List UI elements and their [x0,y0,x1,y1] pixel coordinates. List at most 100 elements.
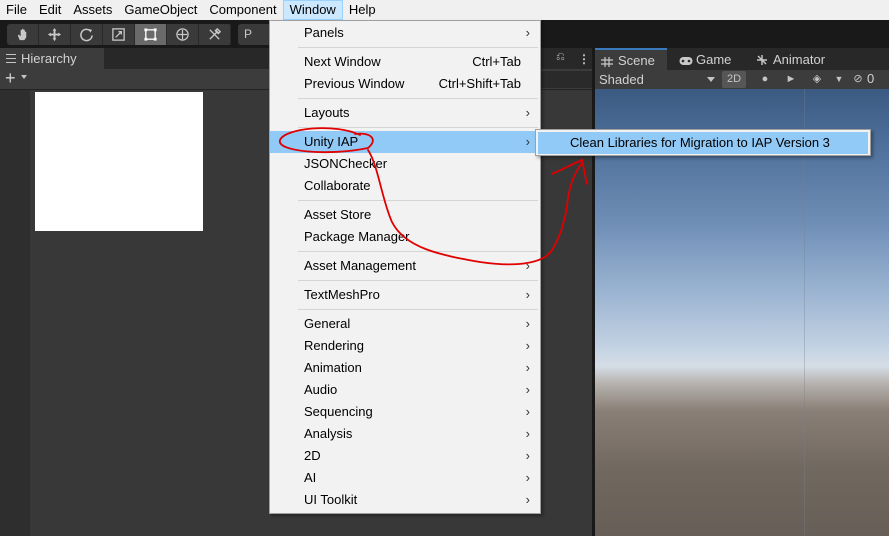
menu-item-ui-toolkit[interactable]: UI Toolkit › [270,489,540,511]
chevron-right-icon: › [525,316,530,331]
menu-separator [298,280,538,281]
menu-item-label: Panels [304,25,344,40]
chevron-right-icon: › [525,287,530,302]
menu-item-shortcut: Ctrl+Shift+Tab [438,76,521,91]
menu-edit[interactable]: Edit [33,0,67,20]
menu-item-clean-libraries[interactable]: Clean Libraries for Migration to IAP Ver… [538,132,868,154]
chevron-right-icon: › [525,404,530,419]
pivot-toggle[interactable]: P [238,24,272,45]
menu-item-ai[interactable]: AI › [270,467,540,489]
menu-separator [298,127,538,128]
chevron-right-icon: › [525,448,530,463]
menu-item-label: Analysis [304,426,353,441]
chevron-right-icon: › [525,338,530,353]
menu-separator [298,98,538,99]
menu-separator [298,251,538,252]
menu-item-label: Unity IAP [304,134,359,149]
redacted-area [35,92,203,231]
menu-separator [298,47,538,48]
custom-tool-icon[interactable] [199,24,231,45]
menu-item-label: General [304,316,351,331]
menu-item-panels[interactable]: Panels › [270,22,540,44]
lock-icon[interactable]: ⎌ [556,51,566,65]
menu-item-sequencing[interactable]: Sequencing › [270,401,540,423]
menu-help[interactable]: Help [343,0,382,20]
menu-item-jsonchecker[interactable]: JSONChecker [270,153,540,175]
hand-tool-icon[interactable] [7,24,39,45]
tab-animator[interactable]: Animator [756,48,866,70]
menu-gameobject[interactable]: GameObject [118,0,203,20]
menu-item-label: Package Manager [304,229,410,244]
kebab-menu-icon[interactable]: ⋮ [578,52,590,66]
menu-file[interactable]: File [0,0,33,20]
scene-tabbar: Scene Game Animator [595,48,889,70]
menu-item-label: Asset Store [304,207,372,222]
move-tool-icon[interactable] [39,24,71,45]
menu-item-textmeshpro[interactable]: TextMeshPro › [270,284,540,306]
menu-item-label: JSONChecker [304,156,388,171]
chevron-right-icon: › [525,382,530,397]
tab-scene[interactable]: Scene [595,48,667,70]
menu-bar: File Edit Assets GameObject Component Wi… [0,0,889,20]
chevron-right-icon: › [525,105,530,120]
menu-item-next-window[interactable]: Next Window Ctrl+Tab [270,51,540,73]
menu-item-general[interactable]: General › [270,313,540,335]
menu-item-layouts[interactable]: Layouts › [270,102,540,124]
hidden-objects-icon[interactable]: ⊘ [851,72,865,86]
chevron-right-icon: › [525,134,530,149]
menu-item-rendering[interactable]: Rendering › [270,335,540,357]
animator-icon [756,54,768,65]
hidden-count: 0 [867,71,875,86]
menu-item-collaborate[interactable]: Collaborate [270,175,540,197]
effects-dropdown-icon[interactable]: ▼ [832,72,846,86]
menu-item-label: 2D [304,448,321,463]
rotate-tool-icon[interactable] [71,24,103,45]
menu-item-2d[interactable]: 2D › [270,445,540,467]
shading-mode-label: Shaded [599,72,644,87]
menu-item-label: Sequencing [304,404,373,419]
lighting-icon[interactable]: ● [758,72,772,86]
menu-item-audio[interactable]: Audio › [270,379,540,401]
menu-assets[interactable]: Assets [67,0,118,20]
chevron-right-icon: › [525,492,530,507]
menu-item-label: Audio [304,382,338,397]
tab-hierarchy[interactable]: Hierarchy [0,48,104,69]
tab-game-label: Game [696,51,732,67]
hierarchy-search-input[interactable] [540,71,592,88]
list-icon [6,54,16,63]
scene-viewport[interactable] [595,89,889,536]
shading-mode-dropdown[interactable]: Shaded [599,71,715,88]
menu-item-previous-window[interactable]: Previous Window Ctrl+Shift+Tab [270,73,540,95]
chevron-right-icon: › [525,258,530,273]
scene-toolbar: Shaded 2D ● ► ◈ ▼ ⊘ 0 [595,70,889,89]
menu-window[interactable]: Window [282,0,343,20]
transform-tool-icon[interactable] [167,24,199,45]
toggle-2d-button[interactable]: 2D [722,71,746,88]
add-button[interactable]: + [5,69,16,87]
tab-game[interactable]: Game [679,48,749,70]
hierarchy-gutter [0,90,30,536]
menu-item-asset-store[interactable]: Asset Store [270,204,540,226]
chevron-right-icon: › [525,426,530,441]
menu-item-label: Next Window [304,54,381,69]
menu-item-package-manager[interactable]: Package Manager [270,226,540,248]
menu-item-unity-iap[interactable]: Unity IAP › [270,131,540,153]
grid-icon [601,55,613,67]
tab-hierarchy-label: Hierarchy [21,51,77,66]
menu-item-shortcut: Ctrl+Tab [472,54,521,69]
menu-item-asset-management[interactable]: Asset Management › [270,255,540,277]
chevron-right-icon: › [525,25,530,40]
add-dropdown-icon[interactable] [21,75,27,79]
menu-component[interactable]: Component [203,0,282,20]
rect-tool-icon[interactable] [135,24,167,45]
menu-separator [298,309,538,310]
audio-icon[interactable]: ► [784,72,798,86]
scene-grid-line [804,89,805,536]
tab-animator-label: Animator [773,51,826,67]
menu-separator [298,200,538,201]
transform-tools [7,24,231,45]
menu-item-animation[interactable]: Animation › [270,357,540,379]
menu-item-analysis[interactable]: Analysis › [270,423,540,445]
effects-icon[interactable]: ◈ [810,72,824,86]
scale-tool-icon[interactable] [103,24,135,45]
